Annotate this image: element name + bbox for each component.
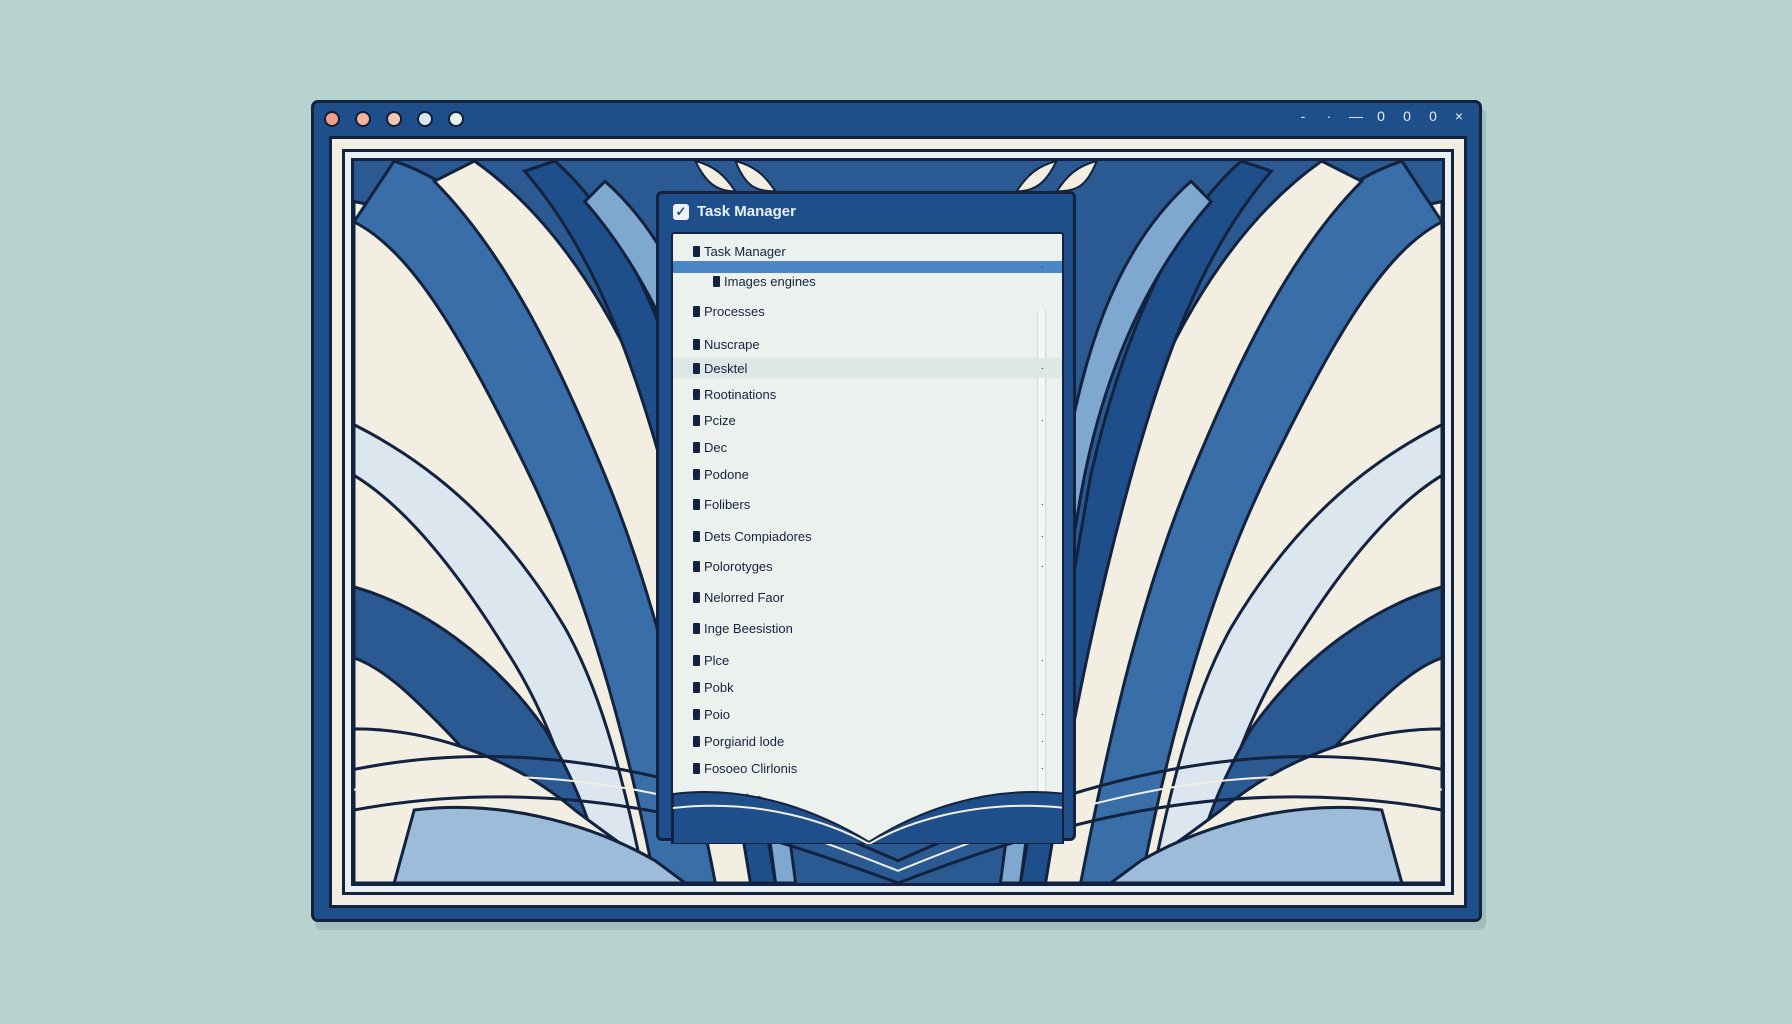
list-item-label: Porgiarid lode [704, 733, 785, 749]
list-item-label: Inge Beesistion [704, 620, 793, 636]
list-item[interactable]: Folibers · [673, 494, 1062, 514]
row-arrow-icon: · [1040, 414, 1044, 426]
list-item-label: Desktel [704, 360, 748, 376]
list-item[interactable]: Task Manager [673, 241, 1062, 261]
item-icon [693, 530, 700, 542]
list-item-label: Processes [704, 303, 765, 319]
list-item-label: Plce [704, 652, 730, 668]
control-6[interactable]: 0 [1427, 108, 1439, 124]
list-item-label: Nelorred Faor [704, 589, 785, 605]
list-item[interactable]: Rootinations [673, 384, 1062, 404]
item-icon [693, 468, 700, 480]
item-icon [693, 735, 700, 747]
minimize-dot[interactable] [355, 111, 371, 127]
item-icon [693, 560, 700, 572]
list-item-label: Folibers [704, 496, 751, 512]
control-2[interactable]: · [1323, 108, 1335, 124]
item-icon [693, 708, 700, 720]
list-item[interactable]: Pcize · [673, 410, 1062, 430]
list-item[interactable]: Desktel · [673, 358, 1062, 378]
list-item[interactable]: Dec [673, 437, 1062, 457]
item-icon [693, 338, 700, 350]
item-icon [713, 275, 720, 287]
list-item-label: Task Manager [704, 243, 786, 259]
info-dot[interactable] [417, 111, 433, 127]
list-item[interactable]: Polorotyges · [673, 556, 1062, 576]
row-arrow-icon: · [1040, 261, 1044, 273]
list-item[interactable]: Dets Compiadores · [673, 526, 1062, 546]
item-icon [693, 441, 700, 453]
row-arrow-icon: · [1040, 560, 1044, 572]
item-icon [693, 245, 700, 257]
list-item-label: Rootinations [704, 386, 777, 402]
window-controls: - · — 0 0 0 × [1297, 108, 1465, 124]
list-item-label: Nuscrape [704, 336, 760, 352]
decorative-bottom-curve [673, 791, 1062, 844]
list-item-label: Polorotyges [704, 558, 773, 574]
checkmark-icon: ✓ [673, 203, 689, 220]
close-window-icon[interactable]: × [1453, 108, 1465, 124]
control-4[interactable]: 0 [1375, 108, 1387, 124]
list-item-label: Pcize [704, 412, 736, 428]
window-titlebar[interactable]: - · — 0 0 0 × [314, 103, 1479, 133]
item-icon [693, 622, 700, 634]
control-5[interactable]: 0 [1401, 108, 1413, 124]
list-item[interactable]: Podone [673, 464, 1062, 484]
item-icon [693, 762, 700, 774]
list-item[interactable]: Porgiarid lode · [673, 731, 1062, 751]
dialog-title: Task Manager [697, 203, 796, 220]
list-item-label: Podone [704, 466, 749, 482]
dialog-titlebar[interactable]: ✓ Task Manager [659, 194, 1073, 229]
item-icon [693, 362, 700, 374]
item-icon [693, 305, 700, 317]
item-icon [693, 681, 700, 693]
list-item[interactable]: Images engines · [673, 261, 1062, 289]
list-item-label: Poio [704, 706, 731, 722]
list-item[interactable]: Processes [673, 301, 1062, 321]
extra-dot[interactable] [448, 111, 464, 127]
process-list: Task Manager Images engines · Processes Nusc… [671, 232, 1064, 844]
row-arrow-icon: · [1040, 498, 1044, 510]
item-icon [693, 388, 700, 400]
list-item-label: Images engines [724, 273, 816, 289]
row-arrow-icon: · [1040, 654, 1044, 666]
list-item[interactable]: Inge Beesistion [673, 618, 1062, 638]
close-dot[interactable] [324, 111, 340, 127]
item-icon [693, 654, 700, 666]
list-item-label: Pobk [704, 679, 734, 695]
item-icon [693, 498, 700, 510]
task-manager-dialog: ✓ Task Manager Task Manager Images engine… [656, 191, 1076, 844]
row-arrow-icon: · [1040, 708, 1044, 720]
list-item-label: Dets Compiadores [704, 528, 812, 544]
item-icon [693, 414, 700, 426]
window-traffic-lights [324, 111, 464, 127]
row-arrow-icon: · [1040, 362, 1044, 374]
control-3[interactable]: — [1349, 108, 1363, 124]
list-item[interactable]: Nuscrape [673, 334, 1062, 354]
row-arrow-icon: · [1040, 530, 1044, 542]
row-arrow-icon: · [1040, 735, 1044, 747]
maximize-dot[interactable] [386, 111, 402, 127]
row-arrow-icon: · [1040, 762, 1044, 774]
list-item[interactable]: Nelorred Faor [673, 587, 1062, 607]
list-item-label: Dec [704, 439, 728, 455]
list-item[interactable]: Poio · [673, 704, 1062, 724]
control-1[interactable]: - [1297, 108, 1309, 124]
list-item[interactable]: Pobk [673, 677, 1062, 697]
list-item[interactable]: Plce · [673, 650, 1062, 670]
item-icon [693, 591, 700, 603]
